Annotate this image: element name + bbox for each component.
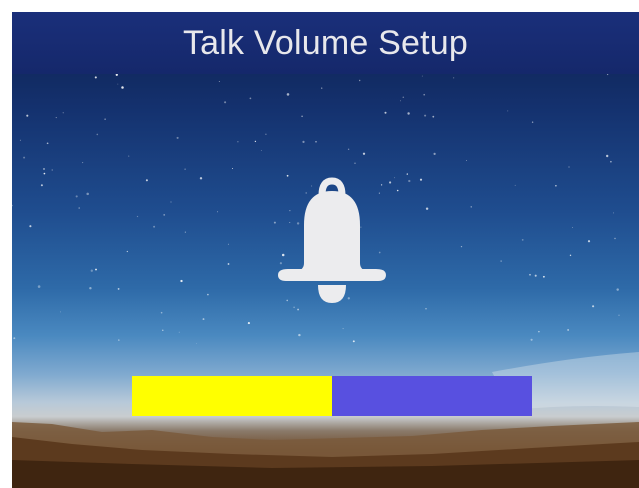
volume-level-fill <box>132 376 332 416</box>
volume-level-bar[interactable] <box>132 376 532 416</box>
volume-setup-screen: Talk Volume Setup <box>12 12 639 488</box>
page-title: Talk Volume Setup <box>182 23 468 62</box>
bell-icon <box>278 177 386 303</box>
title-bar: Talk Volume Setup <box>12 12 639 74</box>
